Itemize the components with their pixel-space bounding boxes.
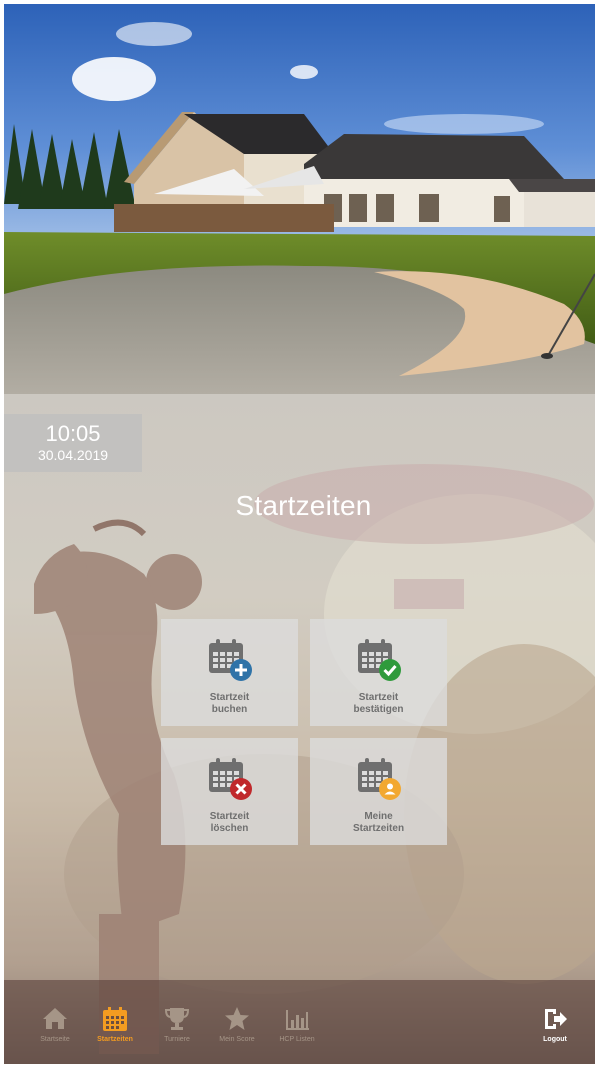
nav-item-hcp-listen[interactable]: HCP Listen xyxy=(272,980,322,1064)
clock-date: 30.04.2019 xyxy=(37,447,109,463)
nav-item-turniere[interactable]: Turniere xyxy=(152,980,202,1064)
tile-label: Meine Startzeiten xyxy=(352,811,405,834)
bottom-nav: Startseite Startzeiten Turniere Mein Sco… xyxy=(4,980,595,1064)
nav-label: Logout xyxy=(543,1036,567,1043)
logout-button[interactable]: Logout xyxy=(530,980,580,1064)
nav-item-startseite[interactable]: Startseite xyxy=(30,980,80,1064)
my-tee-times-button[interactable]: Meine Startzeiten xyxy=(310,738,447,845)
clock-time: 10:05 xyxy=(45,421,101,446)
calendar-check-icon xyxy=(358,639,401,681)
app-screen: 10:05 30.04.2019 Startzeiten Startzeit b… xyxy=(4,4,595,1064)
star-icon xyxy=(225,1007,249,1030)
bar-chart-icon xyxy=(286,1010,309,1030)
nav-label: Startzeiten xyxy=(97,1036,133,1043)
nav-label: Startseite xyxy=(40,1036,70,1043)
confirm-tee-time-button[interactable]: Startzeit bestätigen xyxy=(310,619,447,726)
clock-panel: 10:05 30.04.2019 xyxy=(4,414,142,472)
nav-label: HCP Listen xyxy=(279,1036,315,1043)
nav-item-mein-score[interactable]: Mein Score xyxy=(212,980,262,1064)
hero-image xyxy=(4,4,595,394)
logout-icon xyxy=(545,1009,567,1029)
calendar-x-icon xyxy=(209,758,252,800)
tile-label: Startzeit löschen xyxy=(209,811,250,834)
home-icon xyxy=(43,1008,67,1029)
nav-label: Mein Score xyxy=(219,1036,255,1043)
nav-label: Turniere xyxy=(164,1036,190,1043)
page-title: Startzeiten xyxy=(235,490,372,521)
calendar-icon xyxy=(103,1007,127,1031)
calendar-user-icon xyxy=(358,758,401,800)
trophy-icon xyxy=(164,1008,190,1030)
delete-tee-time-button[interactable]: Startzeit löschen xyxy=(161,738,298,845)
tile-label: Startzeit bestätigen xyxy=(353,692,404,715)
nav-item-startzeiten[interactable]: Startzeiten xyxy=(90,980,140,1064)
calendar-plus-icon xyxy=(209,639,252,681)
book-tee-time-button[interactable]: Startzeit buchen xyxy=(161,619,298,726)
tile-label: Startzeit buchen xyxy=(209,692,250,715)
